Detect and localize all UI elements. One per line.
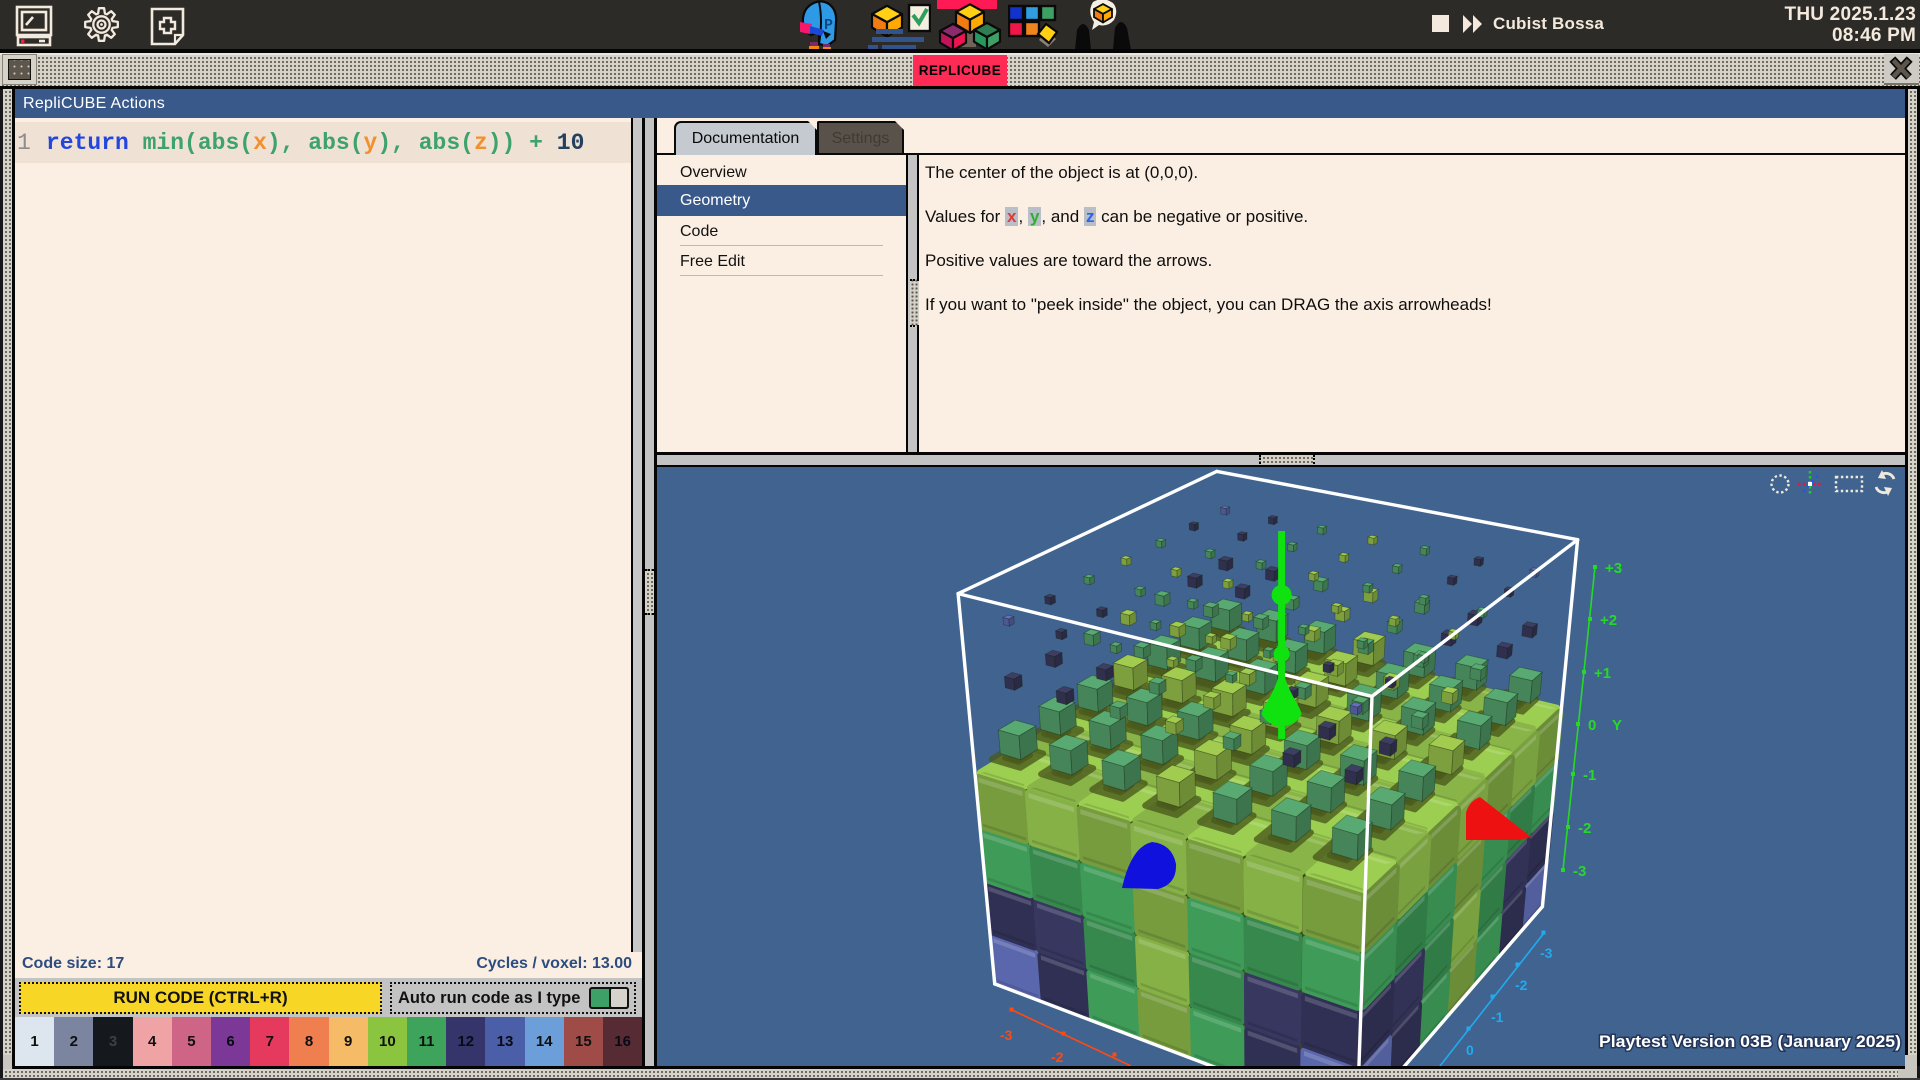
svg-text:-3: -3 — [1573, 863, 1586, 880]
svg-text:+3: +3 — [1605, 560, 1622, 577]
svg-text:P: P — [824, 17, 833, 34]
svg-text:-1: -1 — [1491, 1009, 1504, 1025]
svg-text:-2: -2 — [1515, 977, 1528, 993]
svg-text:+2: +2 — [1600, 612, 1617, 629]
svg-text:Y: Y — [1612, 717, 1622, 734]
svg-text:-2: -2 — [1578, 820, 1591, 837]
svg-text:-2: -2 — [1051, 1049, 1064, 1065]
svg-text:+1: +1 — [1594, 665, 1611, 682]
svg-text:Playtest Version 03B (January: Playtest Version 03B (January 2025) — [1599, 1032, 1901, 1051]
svg-text:-3: -3 — [1540, 945, 1553, 961]
svg-text:0: 0 — [1588, 717, 1596, 734]
svg-text:-3: -3 — [1000, 1027, 1013, 1043]
svg-text:0: 0 — [1466, 1042, 1474, 1058]
svg-text:-1: -1 — [1583, 767, 1596, 784]
